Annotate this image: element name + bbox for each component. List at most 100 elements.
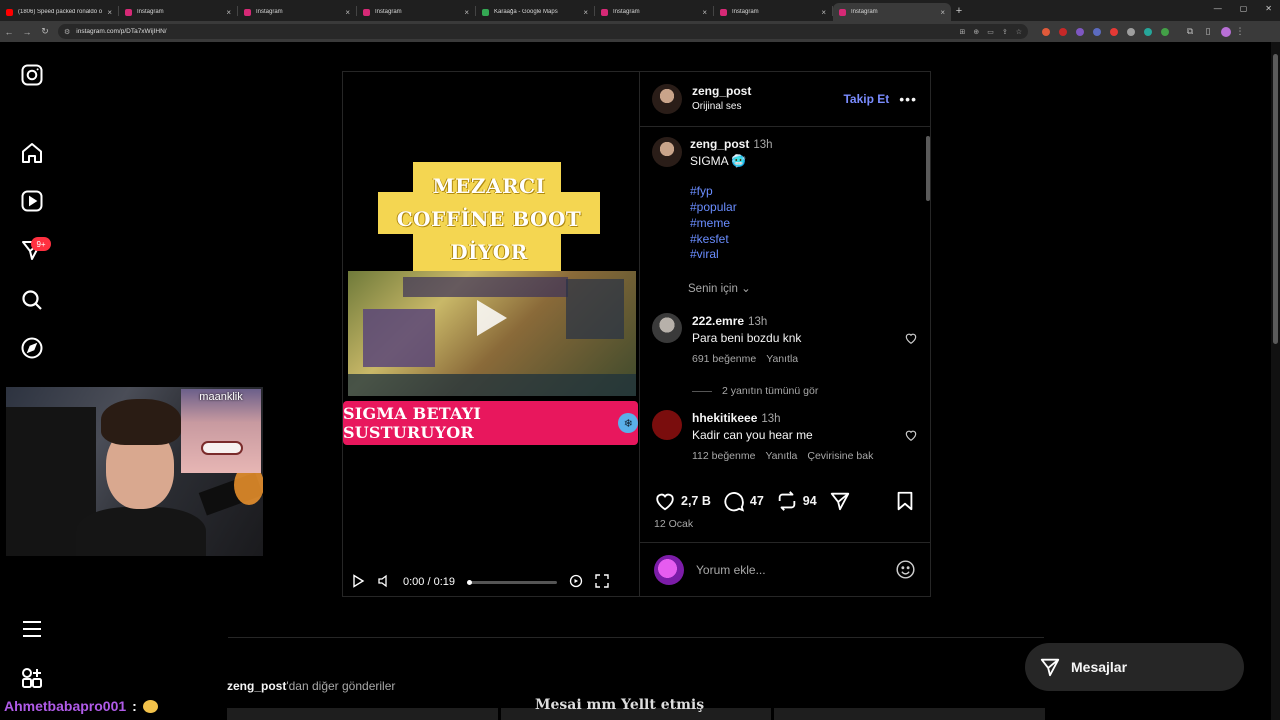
tab-close-icon[interactable]: ×: [345, 8, 350, 17]
emoji-icon[interactable]: [895, 559, 916, 580]
tab-close-icon[interactable]: ×: [226, 8, 231, 17]
extension-icon[interactable]: [1076, 27, 1084, 36]
share-icon[interactable]: ⇪: [1002, 28, 1008, 36]
caption-avatar[interactable]: [652, 137, 682, 167]
comment-likes[interactable]: 112 beğenme: [692, 448, 755, 464]
tab-close-icon[interactable]: ×: [583, 8, 588, 17]
tab-close-icon[interactable]: ×: [821, 8, 826, 17]
tab-close-icon[interactable]: ×: [940, 8, 945, 17]
browser-tab[interactable]: Karaağa - Google Maps ×: [476, 3, 594, 21]
more-menu-icon[interactable]: [20, 617, 44, 641]
comment-username[interactable]: hhekitikeee: [692, 411, 757, 425]
extension-icon[interactable]: [1093, 27, 1101, 36]
browser-tab[interactable]: (1806) Speed packed ronaldo o ×: [0, 3, 118, 21]
browser-tab[interactable]: Instagram ×: [833, 3, 951, 21]
translation-for-you[interactable]: Senin için ⌄: [688, 281, 751, 295]
share-icon[interactable]: [829, 490, 851, 512]
comments-scrollbar-thumb[interactable]: [926, 136, 930, 201]
fullscreen-icon[interactable]: [595, 573, 609, 591]
hashtag-link[interactable]: #meme: [690, 216, 773, 232]
comment-avatar[interactable]: [652, 410, 682, 440]
caption-username[interactable]: zeng_post: [690, 137, 749, 151]
page-scrollbar-thumb[interactable]: [1273, 54, 1278, 344]
bookmark-star-icon[interactable]: ☆: [1016, 28, 1022, 36]
video-player[interactable]: MEZARCI COFFİNE BOOT DİYOR SIGMA BETAYI SU…: [343, 72, 638, 596]
save-bookmark-icon[interactable]: [894, 490, 916, 512]
explore-compass-icon[interactable]: [20, 336, 44, 360]
comment-avatar[interactable]: [652, 313, 682, 343]
sidebar-panel-icon[interactable]: ▯: [1199, 26, 1217, 37]
back-icon[interactable]: ←: [0, 27, 18, 37]
play-overlay-icon[interactable]: [463, 292, 515, 344]
extension-icon[interactable]: [1144, 27, 1152, 36]
reposts-count[interactable]: 94: [803, 494, 817, 508]
reply-button[interactable]: Yanıtla: [765, 448, 797, 464]
caption-time: 13h: [753, 139, 773, 151]
author-avatar[interactable]: [652, 84, 682, 114]
follow-button[interactable]: Takip Et: [843, 92, 889, 106]
new-tab-button[interactable]: +: [951, 5, 967, 17]
hashtag-link[interactable]: #viral: [690, 247, 773, 263]
more-posts-username[interactable]: zeng_post: [227, 679, 286, 693]
messages-button[interactable]: Mesajlar: [1025, 643, 1244, 691]
tab-title: Instagram: [256, 9, 283, 15]
extension-icon[interactable]: [1042, 27, 1050, 36]
comment-likes[interactable]: 691 beğenme: [692, 351, 756, 367]
forward-icon[interactable]: →: [18, 27, 36, 37]
reply-button[interactable]: Yanıtla: [766, 351, 798, 367]
url-input[interactable]: ⚙ instagram.com/p/DTa7xWijIHN/ ⊞ ⊕ ▭ ⇪ ☆: [58, 24, 1028, 39]
comment-like-icon[interactable]: [904, 428, 918, 442]
maximize-icon[interactable]: ▢: [1240, 4, 1248, 13]
home-icon[interactable]: [20, 141, 44, 165]
extensions-puzzle-icon[interactable]: ⧉: [1181, 26, 1199, 37]
tab-close-icon[interactable]: ×: [702, 8, 707, 17]
view-replies-button[interactable]: 2 yanıtın tümünü gör: [692, 385, 818, 397]
reels-icon[interactable]: [20, 189, 44, 213]
reload-icon[interactable]: ↻: [36, 26, 54, 37]
extension-icon[interactable]: [1110, 27, 1118, 36]
likes-count[interactable]: 2,7 B: [681, 494, 711, 508]
tab-favicon-icon: [6, 8, 13, 16]
install-icon[interactable]: ▭: [987, 28, 994, 36]
repost-icon[interactable]: [776, 490, 798, 512]
more-options-button[interactable]: •••: [899, 91, 917, 107]
site-info-icon[interactable]: ⚙: [64, 28, 70, 36]
minimize-icon[interactable]: —: [1214, 4, 1222, 13]
see-translation-button[interactable]: Çevirisine bak: [807, 448, 873, 464]
close-window-icon[interactable]: ✕: [1265, 4, 1272, 13]
hashtag-link[interactable]: #kesfet: [690, 232, 773, 248]
hashtag-link[interactable]: #fyp: [690, 184, 773, 200]
browser-tab[interactable]: Instagram ×: [119, 3, 237, 21]
browser-tab[interactable]: Instagram ×: [238, 3, 356, 21]
extension-icon[interactable]: [1127, 27, 1135, 36]
comments-count[interactable]: 47: [750, 494, 764, 508]
search-icon[interactable]: [20, 288, 44, 312]
tab-close-icon[interactable]: ×: [464, 8, 469, 17]
comment-username[interactable]: 222.emre: [692, 314, 744, 328]
profile-avatar[interactable]: [1221, 26, 1231, 37]
comment-icon[interactable]: [723, 490, 745, 512]
comments-list[interactable]: zeng_post 13h SIGMA 🥶 #fyp #popular #meme #k…: [640, 128, 930, 478]
zoom-icon[interactable]: ⊕: [973, 28, 979, 36]
replay-speed-icon[interactable]: [569, 574, 583, 591]
hashtag-link[interactable]: #popular: [690, 200, 773, 216]
streamer-sticker: maanklik: [181, 389, 261, 473]
extension-icon[interactable]: [1059, 27, 1067, 36]
video-timeline[interactable]: [467, 579, 557, 585]
browser-tab[interactable]: Instagram ×: [595, 3, 713, 21]
extension-icon[interactable]: [1161, 27, 1169, 36]
like-icon[interactable]: [654, 490, 676, 512]
browser-tab[interactable]: Instagram ×: [714, 3, 832, 21]
author-username[interactable]: zeng_post: [692, 84, 843, 99]
comment-input[interactable]: Yorum ekle...: [696, 563, 895, 577]
comment-like-icon[interactable]: [904, 331, 918, 345]
also-from-meta-icon[interactable]: [20, 666, 44, 690]
audio-label[interactable]: Orijinal ses: [692, 99, 843, 114]
tab-close-icon[interactable]: ×: [107, 8, 112, 17]
translate-icon[interactable]: ⊞: [959, 28, 965, 36]
browser-tab[interactable]: Instagram ×: [357, 3, 475, 21]
browser-menu-icon[interactable]: ⋮: [1231, 26, 1249, 37]
instagram-logo-icon[interactable]: [20, 63, 44, 87]
mute-icon[interactable]: [377, 574, 391, 591]
play-icon[interactable]: [351, 573, 365, 591]
